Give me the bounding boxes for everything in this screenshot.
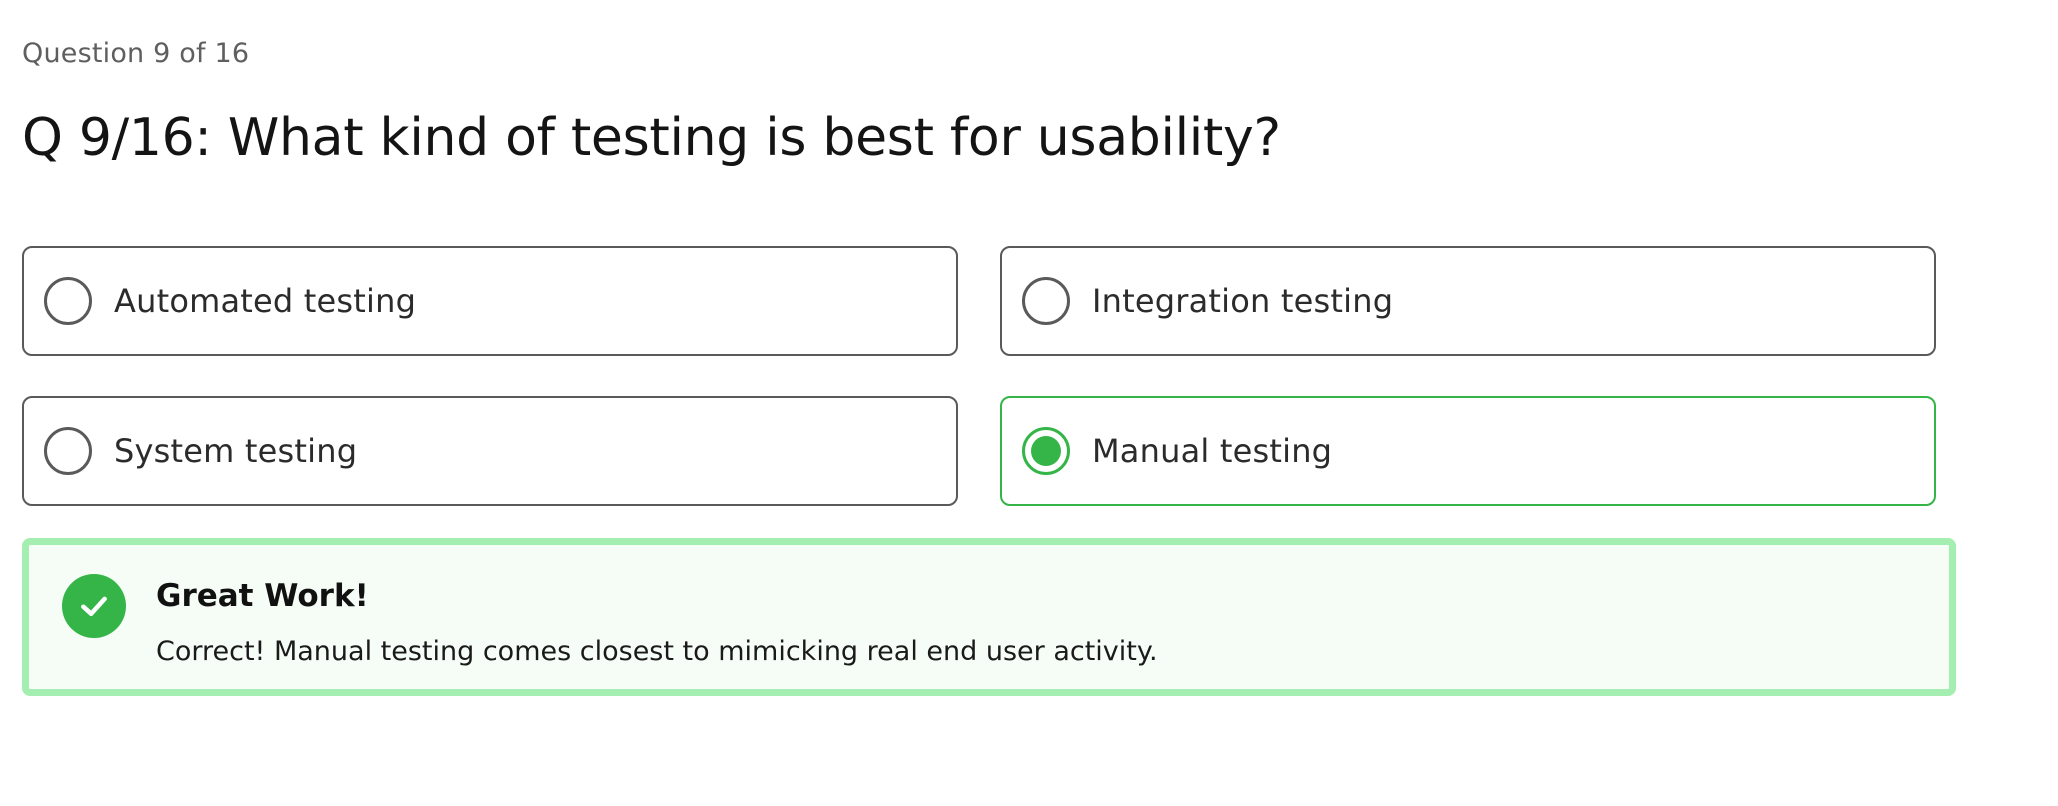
question-title: Q 9/16: What kind of testing is best for… bbox=[22, 108, 1281, 168]
answer-options: Automated testing Integration testing Sy… bbox=[22, 246, 1956, 506]
radio-selected-icon[interactable] bbox=[1022, 427, 1070, 475]
option-label: System testing bbox=[114, 432, 358, 470]
feedback-message: Correct! Manual testing comes closest to… bbox=[156, 636, 1158, 667]
radio-dot bbox=[1031, 436, 1061, 466]
question-progress: Question 9 of 16 bbox=[22, 38, 250, 69]
option-integration-testing[interactable]: Integration testing bbox=[1000, 246, 1936, 356]
option-label: Automated testing bbox=[114, 282, 417, 320]
radio-unselected-icon[interactable] bbox=[44, 277, 92, 325]
option-label: Integration testing bbox=[1092, 282, 1394, 320]
checkmark-icon bbox=[81, 596, 107, 617]
check-icon bbox=[62, 574, 126, 638]
option-manual-testing[interactable]: Manual testing bbox=[1000, 396, 1936, 506]
radio-unselected-icon[interactable] bbox=[1022, 277, 1070, 325]
feedback-panel: Great Work! Correct! Manual testing come… bbox=[22, 538, 1956, 696]
option-label: Manual testing bbox=[1092, 432, 1333, 470]
option-system-testing[interactable]: System testing bbox=[22, 396, 958, 506]
option-automated-testing[interactable]: Automated testing bbox=[22, 246, 958, 356]
radio-unselected-icon[interactable] bbox=[44, 427, 92, 475]
feedback-title: Great Work! bbox=[156, 578, 369, 614]
